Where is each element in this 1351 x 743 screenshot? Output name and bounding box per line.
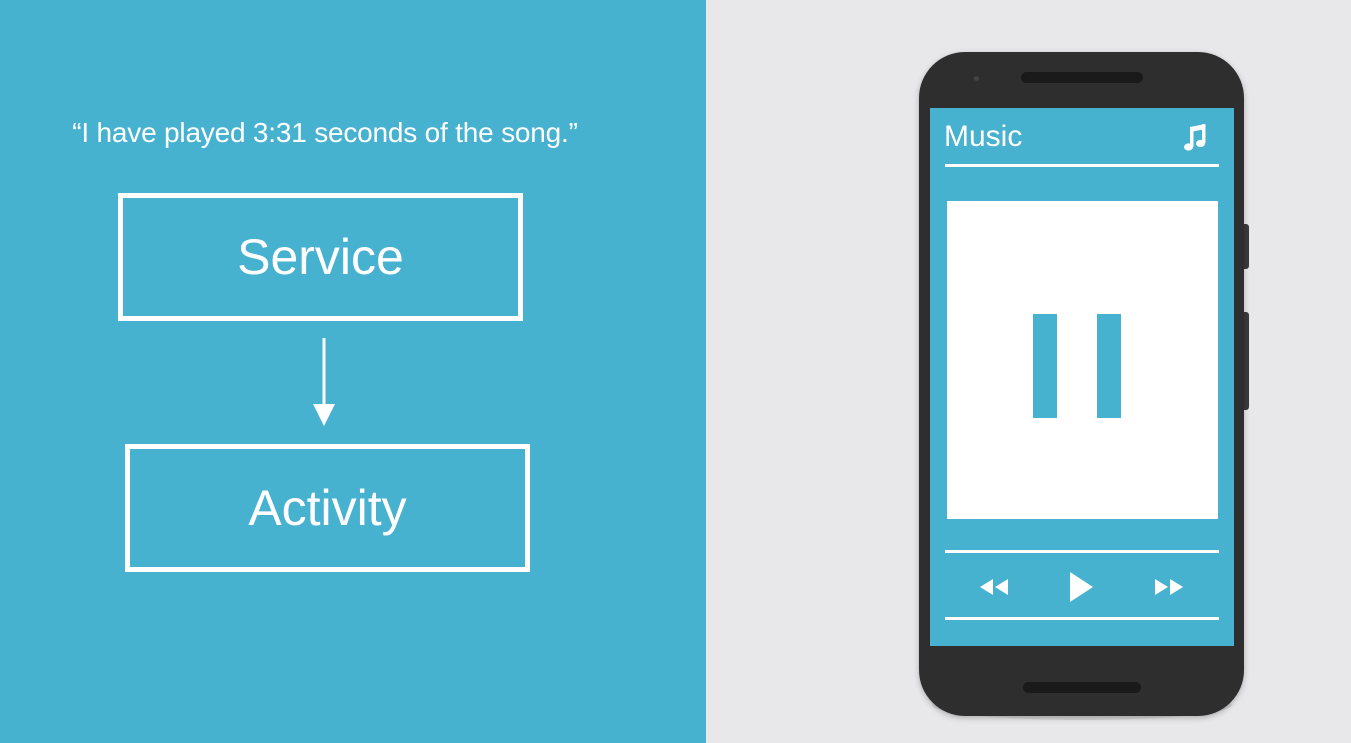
rewind-button[interactable] xyxy=(977,570,1011,604)
activity-node-label: Activity xyxy=(248,480,407,536)
pause-icon xyxy=(1033,314,1121,418)
activity-node: Activity xyxy=(125,444,530,572)
controls-bottom-divider xyxy=(945,617,1219,620)
app-title: Music xyxy=(944,120,1023,153)
controls-top-divider xyxy=(945,550,1219,553)
phone-screen: Music xyxy=(930,108,1234,646)
phone-bottom-speaker xyxy=(1023,682,1141,693)
phone-device: Music xyxy=(919,52,1244,716)
service-to-activity-arrow xyxy=(313,338,335,426)
header-divider xyxy=(945,164,1219,167)
rewind-icon xyxy=(980,579,1008,595)
play-button[interactable] xyxy=(1066,570,1096,604)
phone-camera xyxy=(974,76,979,81)
service-node: Service xyxy=(118,193,523,321)
album-artwork xyxy=(947,201,1218,519)
phone-top-speaker xyxy=(1021,72,1143,83)
music-note-icon xyxy=(1184,124,1206,151)
diagram-panel: “I have played 3:31 seconds of the song.… xyxy=(0,0,706,743)
fast-forward-button[interactable] xyxy=(1152,570,1186,604)
quote-text: “I have played 3:31 seconds of the song.… xyxy=(72,117,578,148)
fast-forward-icon xyxy=(1155,579,1183,595)
service-node-label: Service xyxy=(237,229,404,285)
play-icon xyxy=(1070,572,1093,602)
